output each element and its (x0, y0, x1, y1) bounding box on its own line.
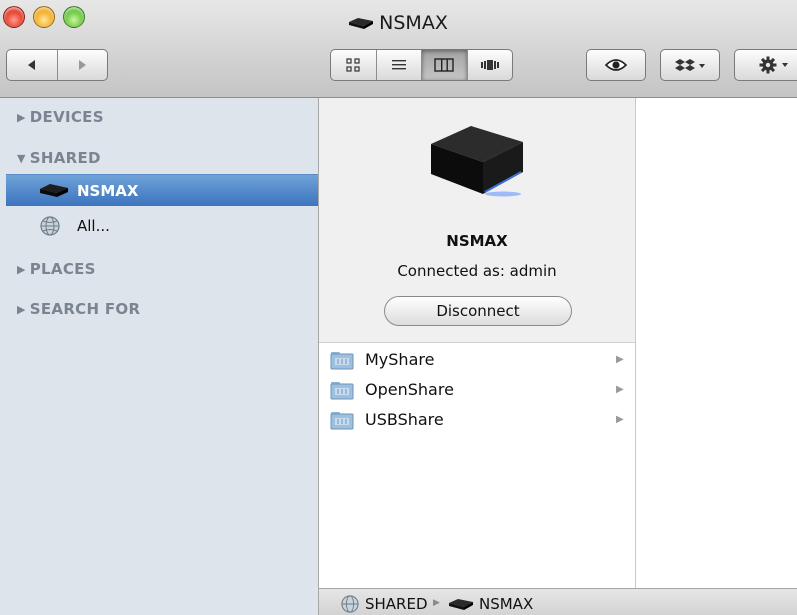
list-item-openshare[interactable]: OpenShare ▶ (319, 375, 635, 405)
back-arrow-icon (27, 60, 35, 70)
sidebar-section-places[interactable]: ▶ PLACES (17, 260, 96, 278)
chevron-right-icon: ▶ (616, 384, 624, 395)
empty-column-pane (636, 98, 797, 588)
device-name: NSMAX (446, 232, 508, 250)
nas-drive-icon (349, 18, 374, 29)
forward-button[interactable] (56, 50, 108, 80)
shared-folder-icon (330, 382, 354, 400)
disconnect-button[interactable]: Disconnect (384, 296, 572, 326)
back-button[interactable] (7, 50, 57, 80)
cover-flow-icon (480, 60, 499, 70)
eye-icon (605, 59, 627, 71)
sidebar-item-all[interactable]: All... (6, 210, 318, 242)
dropbox-icon (675, 59, 705, 71)
disclosure-collapsed-icon: ▶ (17, 303, 26, 316)
sidebar-section-shared[interactable]: ▼ SHARED (17, 149, 101, 167)
path-item-nsmax[interactable]: NSMAX (449, 595, 533, 613)
path-bar: SHARED ▶ NSMAX (319, 588, 797, 615)
nas-device-image (431, 126, 523, 197)
share-label: MyShare (365, 350, 435, 369)
network-globe-icon (341, 595, 359, 613)
network-globe-icon (40, 216, 60, 236)
disclosure-collapsed-icon: ▶ (17, 263, 26, 276)
share-label: OpenShare (365, 380, 454, 399)
action-button[interactable] (734, 49, 797, 81)
quick-look-button[interactable] (586, 49, 646, 81)
list-view-button[interactable] (375, 50, 422, 80)
path-item-shared[interactable]: SHARED (341, 595, 428, 613)
icon-view-button[interactable] (331, 50, 376, 80)
share-label: USBShare (365, 410, 444, 429)
sidebar-section-search-for[interactable]: ▶ SEARCH FOR (17, 300, 140, 318)
chevron-right-icon: ▶ (616, 414, 624, 425)
server-info-panel: NSMAX Connected as: admin Disconnect (319, 98, 635, 343)
gear-icon (759, 56, 788, 74)
column-browser-pane: NSMAX Connected as: admin Disconnect MyS… (319, 98, 651, 588)
column-view-button[interactable] (421, 50, 467, 80)
window-title-text: NSMAX (379, 12, 448, 34)
forward-arrow-icon (79, 60, 87, 70)
view-mode-group (330, 49, 513, 81)
cover-flow-button[interactable] (466, 50, 513, 80)
sidebar-item-label: NSMAX (77, 181, 139, 200)
sidebar-item-nsmax[interactable]: NSMAX (6, 174, 318, 206)
path-separator-icon: ▶ (433, 598, 440, 608)
sidebar-item-label: All... (77, 217, 110, 235)
shared-folder-icon (330, 412, 354, 430)
disclosure-collapsed-icon: ▶ (17, 111, 26, 124)
path-label: NSMAX (479, 595, 534, 613)
toolbar: NSMAX (0, 0, 797, 98)
back-forward-group (6, 49, 108, 81)
connected-as-text: Connected as: admin (397, 262, 557, 280)
window-title: NSMAX (0, 12, 797, 34)
list-item-usbshare[interactable]: USBShare ▶ (319, 405, 635, 435)
nas-drive-icon (449, 599, 473, 610)
sidebar-section-devices[interactable]: ▶ DEVICES (17, 108, 104, 126)
column-view-icon (434, 58, 454, 72)
list-item-myshare[interactable]: MyShare ▶ (319, 345, 635, 375)
chevron-right-icon: ▶ (616, 354, 624, 365)
disclosure-expanded-icon: ▼ (17, 152, 26, 165)
dropbox-button[interactable] (660, 49, 720, 81)
nas-drive-icon (40, 184, 68, 197)
shared-folder-icon (330, 352, 354, 370)
finder-window: NSMAX ▶ DEVICES ▼ SHARED NSMAX All... ▶ … (0, 0, 797, 615)
list-view-icon (391, 60, 406, 70)
path-label: SHARED (365, 595, 428, 613)
sidebar: ▶ DEVICES ▼ SHARED NSMAX All... ▶ PLACES… (0, 98, 319, 615)
icon-view-icon (346, 58, 360, 72)
